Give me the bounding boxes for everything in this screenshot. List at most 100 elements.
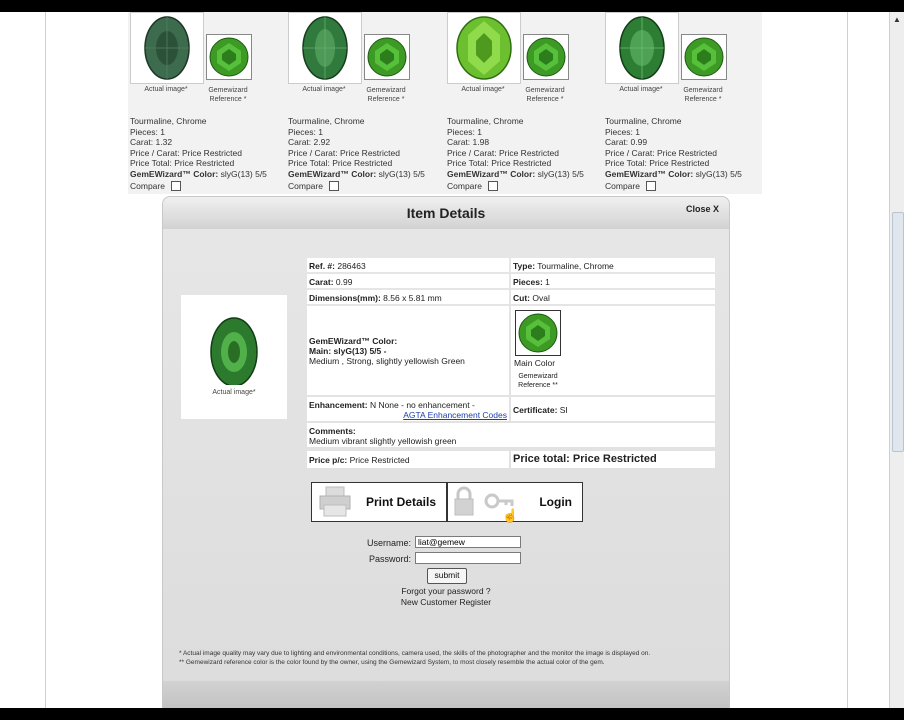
result-info: Tourmaline, Chrome Pieces: 1 Carat: 1.98… [447, 116, 584, 192]
modal-title: Item Details [406, 205, 486, 221]
agta-codes-link[interactable]: AGTA Enhancement Codes [403, 410, 507, 420]
gem-color-label: GemEWizard™ Color: [288, 168, 377, 179]
item-details-modal: Item Details Close X Actual image* Ref. … [162, 196, 730, 710]
ref-caption-line-2: Reference * [209, 96, 247, 103]
gem-carat: Carat: 0.99 [307, 274, 509, 288]
username-input[interactable] [415, 536, 521, 548]
dimensions-label: Dimensions(mm): [309, 293, 381, 303]
footnotes: * Actual image quality may vary due to l… [179, 649, 727, 667]
ref-label: Ref. #: [309, 261, 335, 271]
main-color-description: Medium , Strong, slightly yellowish Gree… [309, 356, 465, 366]
scroll-thumb[interactable] [892, 212, 904, 452]
result-info: Tourmaline, Chrome Pieces: 1 Carat: 1.32… [130, 116, 267, 192]
carat-label: Carat: [309, 277, 334, 287]
compare-checkbox[interactable] [645, 181, 656, 192]
actual-image-thumb[interactable] [605, 12, 679, 84]
gem-round-icon [367, 37, 407, 77]
password-input[interactable] [415, 552, 521, 564]
result-info: Tourmaline, Chrome Pieces: 1 Carat: 0.99… [605, 116, 742, 192]
footnote-actual-image: * Actual image quality may vary due to l… [179, 650, 651, 657]
ref-caption-line-1: Gemewizard [525, 87, 565, 94]
gem-color-value: slyG(13) 5/5 [535, 168, 584, 179]
gw-ref-line-1: Gemewizard [518, 373, 558, 380]
reference-caption: Gemewizard Reference * [360, 86, 412, 104]
price-per-carat: Price / Carat: Price Restricted [288, 147, 400, 158]
main-color-swatch [515, 310, 561, 356]
gem-pieces: Pieces: 1 [130, 126, 165, 137]
compare-label: Compare [447, 181, 482, 191]
actual-image-caption: Actual image* [212, 389, 256, 396]
gem-color: GemEWizard™ Color: slyG(13) 5/5 [130, 169, 267, 180]
submit-button[interactable]: submit [427, 568, 467, 584]
actual-image-panel[interactable]: Actual image* [181, 295, 287, 419]
gem-pieces: Pieces: 1 [511, 274, 715, 288]
comments-label: Comments: [309, 426, 356, 436]
certificate-label: Certificate: [513, 405, 558, 415]
login-label: Login [539, 495, 572, 509]
gem-color-value: slyG(13) 5/5 [218, 168, 267, 179]
compare-label: Compare [130, 181, 165, 191]
gem-type: Tourmaline, Chrome [447, 116, 524, 126]
actual-image-caption: Actual image* [144, 86, 188, 93]
scroll-up-icon[interactable]: ▲ [891, 14, 903, 26]
result-item: Actual image* Gemewizard Reference * Tour… [445, 12, 601, 194]
gem-round-icon [209, 37, 249, 77]
gem-color-value: slyG(13) 5/5 [376, 168, 425, 179]
actual-image-caption: Actual image* [461, 86, 505, 93]
enhancement-label: Enhancement: [309, 400, 368, 410]
actual-image-thumb[interactable] [130, 12, 204, 84]
forgot-password-link[interactable]: Forgot your password ? [163, 586, 729, 597]
actual-image-thumb[interactable] [288, 12, 362, 84]
reference-caption: Gemewizard Reference * [519, 86, 571, 104]
ref-number: Ref. #: 286463 [307, 258, 509, 272]
actual-image-caption: Actual image* [302, 86, 346, 93]
gw-ref-line-2: Reference ** [518, 382, 558, 389]
price-pc-label: Price p/c: [309, 455, 348, 465]
gem-color-value: slyG(13) 5/5 [693, 168, 742, 179]
actual-image-caption: Actual image* [619, 86, 663, 93]
vertical-scrollbar[interactable]: ▲ [889, 12, 904, 708]
gem-carat: Carat: 0.99 [605, 137, 648, 147]
gem-oval-icon [210, 317, 258, 385]
reference-color-thumb [206, 34, 252, 80]
price-per-carat: Price / Carat: Price Restricted [447, 147, 559, 158]
compare-checkbox[interactable] [328, 181, 339, 192]
carat-value: 0.99 [333, 277, 353, 287]
gem-color-label: GemEWizard™ Color: [447, 168, 536, 179]
cut-value: Oval [530, 293, 550, 303]
gem-color-label: GemEWizard™ Color: [605, 168, 694, 179]
cut-label: Cut: [513, 293, 530, 303]
ref-caption-line-1: Gemewizard [208, 87, 248, 94]
gem-cut: Cut: Oval [511, 290, 715, 304]
price-total: Price Total: Price Restricted [447, 158, 552, 168]
print-details-button[interactable]: Print Details [311, 482, 447, 522]
price-per-piece: Price p/c: Price Restricted [307, 451, 509, 468]
gem-pieces: Pieces: 1 [288, 126, 323, 137]
gem-round-icon [518, 313, 558, 353]
actual-image-thumb[interactable] [447, 12, 521, 84]
modal-bottom-band [163, 681, 729, 709]
gem-oval-icon [302, 16, 348, 80]
close-button[interactable]: Close X [686, 204, 719, 214]
gem-carat: Carat: 2.92 [288, 137, 331, 147]
enhancement-value: N None - no enhancement - [367, 400, 475, 410]
gem-pieces: Pieces: 1 [605, 126, 640, 137]
main-color-caption: Main Color [514, 358, 556, 368]
new-customer-register-link[interactable]: New Customer Register [163, 597, 729, 608]
comments: Comments: Medium vibrant slightly yellow… [307, 423, 715, 447]
compare-checkbox[interactable] [487, 181, 498, 192]
comments-value: Medium vibrant slightly yellowish green [309, 436, 457, 446]
gem-type: Tourmaline, Chrome [130, 116, 207, 126]
price-total: Price Total: Price Restricted [288, 158, 393, 168]
enhancement-info: Enhancement: N None - no enhancement - A… [307, 397, 509, 421]
ref-caption-line-2: Reference * [684, 96, 722, 103]
gem-color: GemEWizard™ Color: slyG(13) 5/5 [605, 169, 742, 180]
gem-round-icon [684, 37, 724, 77]
price-total: Price total: Price Restricted [511, 451, 715, 468]
main-color-label: Main: slyG(13) 5/5 - [309, 346, 387, 356]
gem-type: Tourmaline, Chrome [605, 116, 682, 126]
gem-color-details: GemEWizard™ Color: Main: slyG(13) 5/5 - … [307, 306, 509, 395]
price-pc-value: Price Restricted [347, 455, 410, 465]
compare-checkbox[interactable] [170, 181, 181, 192]
gem-oval-icon [144, 16, 190, 80]
